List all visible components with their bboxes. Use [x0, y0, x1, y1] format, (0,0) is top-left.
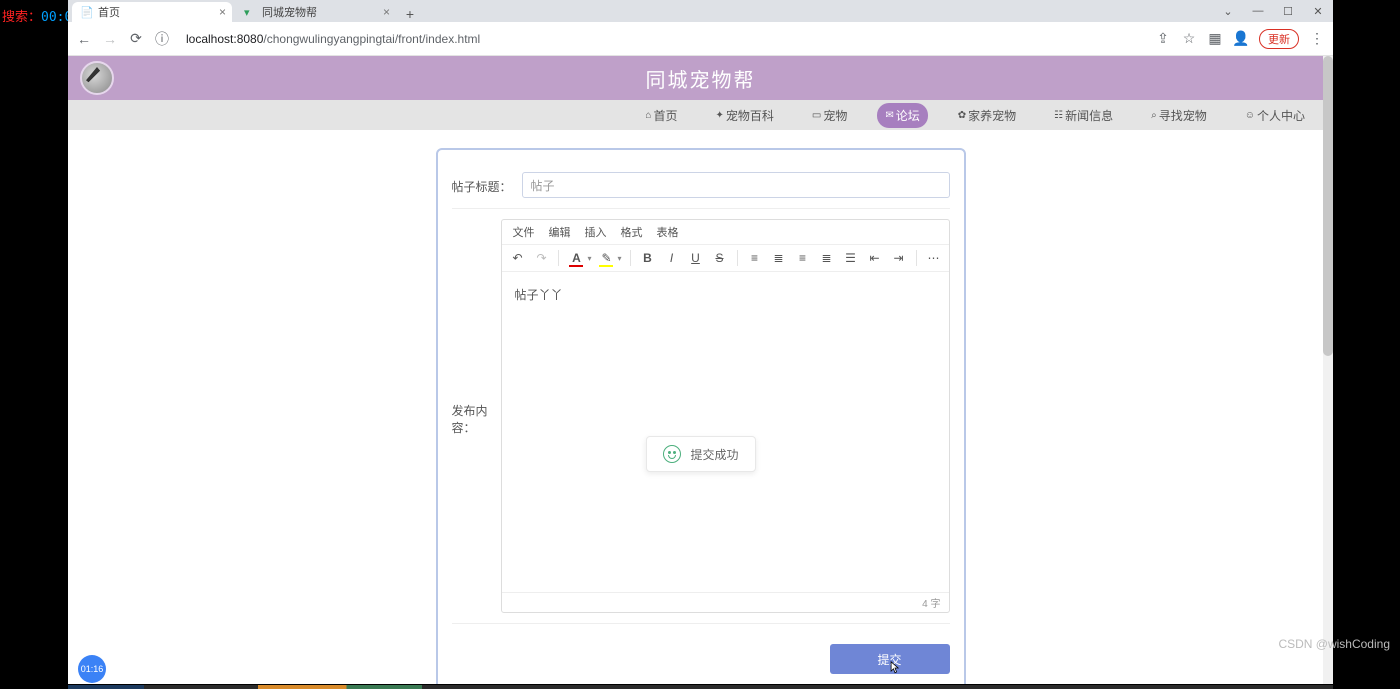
title-label: 帖子标题： — [452, 172, 522, 195]
menu-format[interactable]: 格式 — [620, 224, 642, 240]
window-maximize-icon[interactable]: ☐ — [1273, 0, 1303, 22]
underline-icon[interactable]: U — [687, 249, 705, 267]
url-path: /chongwulingyangpingtai/front/index.html — [263, 32, 480, 46]
highlight-icon[interactable]: ✎ — [597, 249, 615, 267]
page-viewport: 同城宠物帮 ⌂首页 ✦宠物百科 ▭宠物 ✉论坛 ✿家养宠物 ☷新闻信息 ⌕寻找宠… — [68, 56, 1333, 684]
editor-menubar: 文件 编辑 插入 格式 表格 — [502, 220, 948, 245]
post-title-input[interactable] — [522, 172, 950, 198]
smile-icon — [662, 445, 680, 463]
favicon-icon: 📄 — [80, 6, 92, 18]
chevron-down-icon[interactable]: ▾ — [617, 254, 621, 263]
rich-editor: 文件 编辑 插入 格式 表格 ↶ ↷ A▾ — [501, 219, 949, 613]
chat-icon: ✉ — [885, 110, 893, 121]
scrollbar-thumb[interactable] — [1323, 56, 1333, 356]
update-button[interactable]: 更新 — [1259, 29, 1299, 49]
undo-icon[interactable]: ↶ — [508, 249, 526, 267]
site-title: 同城宠物帮 — [646, 64, 756, 93]
nav-pets[interactable]: ▭宠物 — [804, 103, 855, 128]
toast-message: 提交成功 — [690, 446, 738, 463]
scrollbar-track[interactable] — [1323, 56, 1333, 684]
submit-button[interactable]: 提交 — [830, 644, 950, 674]
tab-close-icon[interactable]: × — [383, 5, 390, 19]
new-tab-button[interactable]: + — [400, 6, 420, 22]
italic-icon[interactable]: I — [663, 249, 681, 267]
url-display[interactable]: localhost:8080/chongwulingyangpingtai/fr… — [180, 32, 1145, 46]
favicon-icon: ▾ — [244, 6, 256, 18]
site-logo[interactable] — [80, 61, 114, 95]
url-host: localhost:8080 — [186, 32, 263, 46]
bookmark-icon[interactable]: ☆ — [1181, 31, 1197, 47]
align-center-icon[interactable]: ≣ — [770, 249, 788, 267]
profile-icon[interactable]: 👤 — [1233, 31, 1249, 47]
strike-icon[interactable]: S — [711, 249, 729, 267]
user-icon: ☺ — [1245, 110, 1255, 121]
news-icon: ☷ — [1054, 110, 1063, 121]
home-icon: ⌂ — [645, 110, 651, 121]
bold-icon[interactable]: B — [639, 249, 657, 267]
nav-homepets[interactable]: ✿家养宠物 — [950, 103, 1024, 128]
more-icon[interactable]: ⋯ — [925, 249, 943, 267]
window-minimize-icon[interactable]: — — [1243, 0, 1273, 22]
taskbar — [68, 685, 1333, 689]
back-icon[interactable]: ← — [76, 31, 92, 47]
extensions-icon[interactable]: ▦ — [1207, 31, 1223, 47]
nav-forum[interactable]: ✉论坛 — [877, 103, 927, 128]
forward-icon[interactable]: → — [102, 31, 118, 47]
content-label: 发布内容： — [452, 396, 502, 436]
editor-word-count: 4 字 — [502, 592, 948, 612]
tab-title: 同城宠物帮 — [262, 4, 317, 20]
text-color-icon[interactable]: A — [567, 249, 585, 267]
overlay-search-label: 搜索： — [2, 10, 41, 25]
menu-table[interactable]: 表格 — [656, 224, 678, 240]
list-icon[interactable]: ☰ — [842, 249, 860, 267]
window-close-icon[interactable]: ✕ — [1303, 0, 1333, 22]
address-bar: ← → ⟳ ⓘ localhost:8080/chongwulingyangpi… — [68, 22, 1333, 56]
watermark: CSDN @wishCoding — [1278, 637, 1390, 651]
star-icon: ✦ — [715, 110, 723, 121]
indent-icon[interactable]: ⇥ — [890, 249, 908, 267]
menu-insert[interactable]: 插入 — [584, 224, 606, 240]
nav-home[interactable]: ⌂首页 — [637, 103, 685, 128]
align-left-icon[interactable]: ≡ — [746, 249, 764, 267]
editor-content[interactable]: 帖子丫丫 — [502, 272, 948, 592]
recorder-timer-badge: 01:16 — [78, 655, 106, 683]
tab-2[interactable]: ▾ 同城宠物帮 × — [236, 2, 396, 22]
kebab-menu-icon[interactable]: ⋮ — [1309, 31, 1325, 47]
success-toast: 提交成功 — [645, 436, 755, 472]
search-icon: ⌕ — [1151, 110, 1157, 121]
chevron-down-icon[interactable]: ⌄ — [1213, 0, 1243, 22]
share-icon[interactable]: ⇪ — [1155, 31, 1171, 47]
reload-icon[interactable]: ⟳ — [128, 31, 144, 47]
outdent-icon[interactable]: ⇤ — [866, 249, 884, 267]
grid-icon: ▭ — [812, 110, 821, 121]
tab-1[interactable]: 📄 首页 × — [72, 2, 232, 22]
align-right-icon[interactable]: ≡ — [794, 249, 812, 267]
tab-title: 首页 — [98, 4, 120, 20]
nav-news[interactable]: ☷新闻信息 — [1046, 103, 1121, 128]
tab-strip: 📄 首页 × ▾ 同城宠物帮 × + ⌄ — ☐ ✕ — [68, 0, 1333, 22]
menu-file[interactable]: 文件 — [512, 224, 534, 240]
redo-icon[interactable]: ↷ — [532, 249, 550, 267]
main-nav: ⌂首页 ✦宠物百科 ▭宠物 ✉论坛 ✿家养宠物 ☷新闻信息 ⌕寻找宠物 ☺个人中… — [68, 100, 1333, 130]
align-justify-icon[interactable]: ≣ — [818, 249, 836, 267]
flower-icon: ✿ — [958, 110, 966, 121]
nav-user[interactable]: ☺个人中心 — [1237, 103, 1313, 128]
site-banner: 同城宠物帮 — [68, 56, 1333, 100]
menu-edit[interactable]: 编辑 — [548, 224, 570, 240]
editor-toolbar: ↶ ↷ A▾ ✎▾ B I U S — [502, 245, 948, 272]
browser-window: 📄 首页 × ▾ 同城宠物帮 × + ⌄ — ☐ ✕ ← → ⟳ ⓘ — [68, 0, 1333, 684]
tab-close-icon[interactable]: × — [219, 5, 226, 19]
nav-wiki[interactable]: ✦宠物百科 — [707, 103, 781, 128]
post-form-card: 帖子标题： 发布内容： 文件 编辑 插入 — [436, 148, 966, 684]
site-info-icon[interactable]: ⓘ — [154, 31, 170, 47]
chevron-down-icon[interactable]: ▾ — [587, 254, 591, 263]
nav-find[interactable]: ⌕寻找宠物 — [1143, 103, 1215, 128]
